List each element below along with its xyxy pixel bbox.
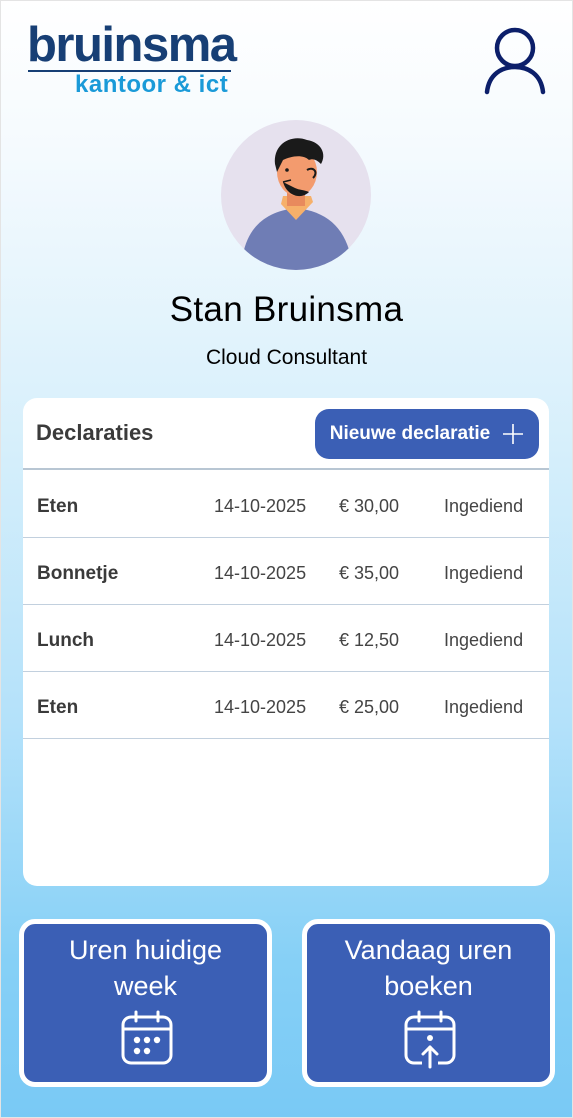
book-hours-today-label: Vandaag uren boeken	[307, 932, 550, 1004]
declaration-status: Ingediend	[444, 697, 524, 717]
person-avatar-icon	[241, 138, 353, 270]
declaration-status: Ingediend	[444, 496, 524, 516]
book-hours-today-label-line2: boeken	[384, 971, 473, 1001]
book-hours-today-button[interactable]: Vandaag uren boeken	[302, 919, 555, 1087]
declarations-header: Declaraties Nieuwe declaratie	[23, 398, 549, 470]
declaration-date: 14-10-2025	[214, 496, 307, 516]
declaration-date: 14-10-2025	[214, 697, 307, 717]
profile-avatar	[221, 120, 371, 270]
declaration-amount: € 35,00	[339, 563, 400, 583]
declaration-status: Ingediend	[444, 563, 524, 583]
declaration-description: Eten	[37, 496, 79, 517]
brand-logo: bruinsma kantoor & ict	[27, 18, 237, 100]
plus-icon	[503, 424, 524, 444]
declaration-description: Bonnetje	[37, 563, 119, 584]
book-hours-today-label-line1: Vandaag uren	[344, 935, 513, 965]
declarations-card: Declaraties Nieuwe declaratie Eten 14-10…	[23, 398, 549, 886]
hours-this-week-label: Uren huidige week	[24, 932, 267, 1004]
declaration-row[interactable]: Eten 14-10-2025 € 25,00 Ingediend	[23, 672, 549, 739]
calendar-icon	[121, 1010, 173, 1065]
brand-tagline: kantoor & ict	[75, 71, 229, 98]
declaration-date: 14-10-2025	[214, 630, 307, 650]
declaration-amount: € 12,50	[339, 630, 400, 650]
declaration-row[interactable]: Bonnetje 14-10-2025 € 35,00 Ingediend	[23, 538, 549, 605]
declarations-title: Declaraties	[36, 420, 154, 445]
declaration-row[interactable]: Eten 14-10-2025 € 30,00 Ingediend	[23, 471, 549, 538]
declaration-date: 14-10-2025	[214, 563, 307, 583]
hours-this-week-label-line2: week	[113, 971, 178, 1001]
profile-name: Stan Bruinsma	[169, 290, 404, 329]
profile-role: Cloud Consultant	[205, 346, 368, 369]
new-declaration-button[interactable]: Nieuwe declaratie	[315, 409, 539, 459]
new-declaration-label: Nieuwe declaratie	[329, 423, 491, 444]
declaration-description: Eten	[37, 697, 79, 718]
hours-this-week-button[interactable]: Uren huidige week	[19, 919, 272, 1087]
user-icon[interactable]	[482, 27, 548, 95]
hours-this-week-label-line1: Uren huidige	[68, 935, 223, 965]
brand-name: bruinsma	[27, 18, 237, 72]
declaration-amount: € 30,00	[339, 496, 400, 516]
declaration-status: Ingediend	[444, 630, 524, 650]
declaration-row[interactable]: Lunch 14-10-2025 € 12,50 Ingediend	[23, 605, 549, 672]
declaration-description: Lunch	[37, 630, 94, 651]
calendar-upload-icon	[404, 1010, 456, 1069]
declaration-amount: € 25,00	[339, 697, 400, 717]
